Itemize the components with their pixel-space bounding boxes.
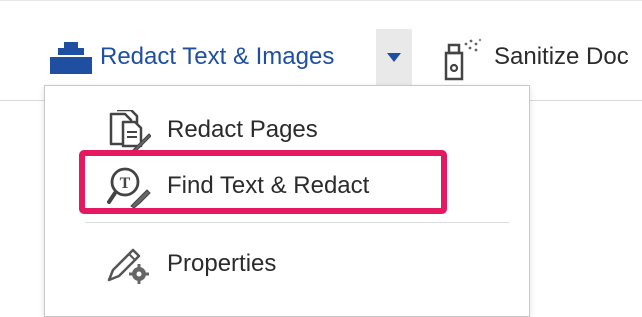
redact-pages-icon [109, 110, 151, 152]
menu-item-label: Redact Pages [167, 116, 318, 143]
svg-text:T: T [120, 175, 131, 192]
redact-dropdown-toggle[interactable] [376, 29, 412, 85]
caret-down-icon [387, 53, 401, 62]
sanitize-document-label: Sanitize Doc [494, 43, 629, 70]
redact-marker-icon [50, 42, 92, 74]
menu-item-label: Find Text & Redact [167, 172, 370, 199]
menu-item-properties[interactable]: Properties [45, 236, 529, 292]
redact-dropdown-menu: Redact Pages T Find Text & Redact Proper… [44, 85, 530, 317]
find-text-redact-icon: T [107, 167, 151, 208]
menu-item-redact-pages[interactable]: Redact Pages [45, 102, 529, 158]
menu-divider [85, 222, 509, 223]
menu-item-label: Properties [167, 250, 277, 277]
redact-text-images-label: Redact Text & Images [100, 43, 335, 70]
menu-item-find-text-redact[interactable]: T Find Text & Redact [45, 158, 529, 214]
redact-text-images-button[interactable]: Redact Text & Images [42, 29, 376, 85]
sanitize-spray-icon [444, 38, 482, 81]
properties-pen-gear-icon [107, 248, 149, 284]
sanitize-document-button[interactable]: Sanitize Doc [432, 29, 642, 85]
